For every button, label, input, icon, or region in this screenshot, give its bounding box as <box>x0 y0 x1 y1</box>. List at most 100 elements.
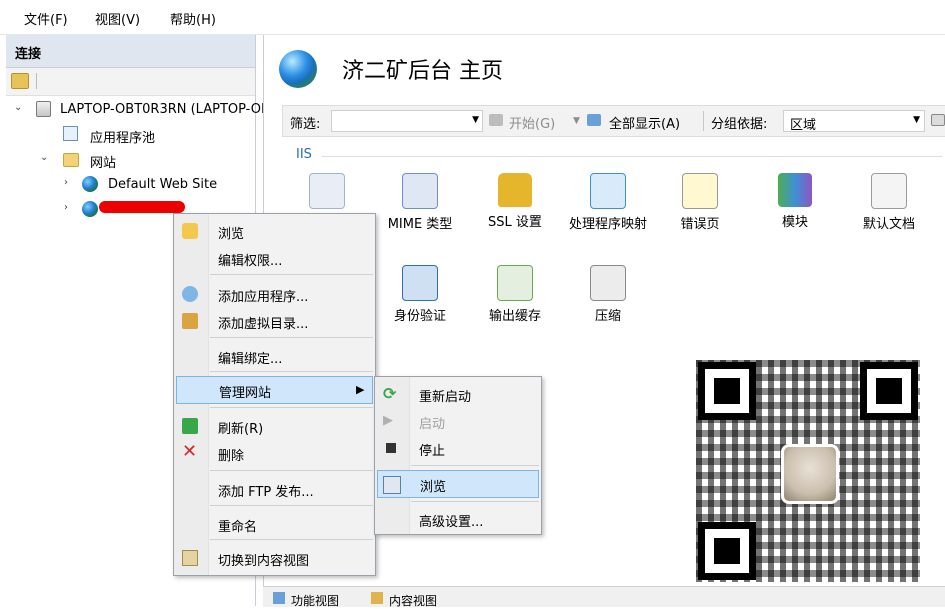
feature-label: 错误页 <box>680 217 720 232</box>
page-title: 济二矿后台 主页 <box>342 59 503 84</box>
add-virtual-directory-icon <box>182 313 198 329</box>
funnel-icon <box>489 114 503 126</box>
start-button[interactable]: 开始(G) <box>509 113 555 132</box>
show-all-button[interactable]: 全部显示(A) <box>609 113 680 132</box>
menu-item-advanced-settings[interactable]: 高级设置... <box>377 505 539 533</box>
menu-separator <box>210 505 373 506</box>
group-by-select[interactable]: 区域 ▼ <box>783 110 925 133</box>
menu-item-label: 编辑绑定... <box>218 352 283 367</box>
feature-handler-mappings[interactable]: 处理程序映射 <box>565 173 651 235</box>
menu-item-manage-site[interactable]: 管理网站 ▶ <box>176 376 373 404</box>
show-all-icon <box>587 114 601 126</box>
delete-icon: ✕ <box>182 441 198 462</box>
menu-item-edit-bindings[interactable]: 编辑绑定... <box>176 342 373 370</box>
tree-item-label: 应用程序池 <box>90 131 156 146</box>
menu-item-browse[interactable]: 浏览 <box>176 217 373 245</box>
feature-mime-types[interactable]: MIME 类型 <box>377 173 463 235</box>
menu-item-label: 高级设置... <box>419 515 484 530</box>
menu-item-rename[interactable]: 重命名 <box>176 510 373 538</box>
features-view-icon <box>273 592 285 604</box>
menu-item-refresh[interactable]: 刷新(R) <box>176 412 373 440</box>
collapse-arrow-icon[interactable]: ⌄ <box>40 153 48 163</box>
start-dropdown-icon[interactable]: ▼ <box>573 116 580 126</box>
refresh-icon <box>182 418 198 434</box>
add-application-icon <box>182 286 198 302</box>
expand-arrow-icon[interactable]: › <box>64 178 72 188</box>
feature-label: 输出缓存 <box>488 309 541 324</box>
handler-mappings-icon <box>590 173 626 209</box>
qr-center-avatar <box>781 444 839 504</box>
qr-finder-pattern <box>860 362 918 420</box>
tree-item-app-pools[interactable]: 应用程序池 <box>14 124 255 146</box>
browse-icon <box>383 476 401 494</box>
globe-icon <box>82 201 98 217</box>
start-icon: ▶ <box>383 413 393 428</box>
tab-content-view[interactable]: 内容视图 <box>389 592 437 609</box>
menu-item-label: 添加应用程序... <box>218 290 309 305</box>
tree-item-sites[interactable]: ⌄ 网站 <box>14 149 255 172</box>
content-view-icon <box>371 592 383 604</box>
qr-code-image <box>696 360 920 582</box>
menu-item-label: 添加 FTP 发布... <box>218 485 314 500</box>
browse-icon <box>182 223 198 239</box>
feature-ssl-settings[interactable]: SSL 设置 <box>472 173 558 233</box>
feature-output-caching[interactable]: 输出缓存 <box>472 265 558 327</box>
menu-help[interactable]: 帮助(H) <box>170 9 216 28</box>
default-document-icon <box>871 173 907 209</box>
menu-item-label: 编辑权限... <box>218 254 283 269</box>
feature-error-pages[interactable]: 错误页 <box>657 173 743 235</box>
menu-item-stop[interactable]: 停止 <box>377 434 539 462</box>
filter-bar: 筛选: ▼ 开始(G) ▼ 全部显示(A) 分组依据: 区域 ▼ <box>282 105 945 137</box>
group-by-label: 分组依据: <box>711 117 768 132</box>
dropdown-arrow-icon[interactable]: ▼ <box>913 115 920 125</box>
feature-default-document[interactable]: 默认文档 <box>846 173 932 235</box>
menu-item-label: 启动 <box>419 417 446 432</box>
menu-item-add-ftp[interactable]: 添加 FTP 发布... <box>176 475 373 503</box>
ssl-lock-icon <box>498 173 532 207</box>
feature-label: 身份验证 <box>393 309 446 324</box>
collapse-arrow-icon[interactable]: ⌄ <box>14 103 22 113</box>
tree-item-server[interactable]: ⌄ LAPTOP-OBT0R3RN (LAPTOP-OBT0R3RN\ <box>14 99 327 121</box>
error-page-404-icon <box>682 173 718 209</box>
feature-label: SSL 设置 <box>488 215 542 230</box>
view-toggle-icon[interactable] <box>931 114 945 126</box>
authentication-icon <box>402 265 438 301</box>
connect-icon[interactable] <box>11 73 29 89</box>
filter-label: 筛选: <box>290 117 321 132</box>
restart-icon: ⟳ <box>383 384 397 403</box>
menu-item-label: 切换到内容视图 <box>218 554 310 569</box>
tree-item-default-web-site[interactable]: › Default Web Site <box>14 174 255 196</box>
feature-compression[interactable]: 压缩 <box>565 265 651 327</box>
menu-item-delete[interactable]: ✕ 删除 <box>176 439 373 467</box>
connections-title: 连接 <box>15 47 42 62</box>
stop-icon <box>386 443 396 453</box>
menu-item-add-application[interactable]: 添加应用程序... <box>176 280 373 308</box>
menu-item-label: 添加虚拟目录... <box>218 317 309 332</box>
filter-input[interactable]: ▼ <box>331 110 483 132</box>
feature-authentication[interactable]: 身份验证 <box>377 265 463 327</box>
tree-item-label: 网站 <box>90 156 117 171</box>
feature-label: 默认文档 <box>862 217 915 232</box>
group-by-value: 区域 <box>790 118 817 133</box>
menu-item-switch-content-view[interactable]: 切换到内容视图 <box>176 544 373 572</box>
menu-item-edit-permissions[interactable]: 编辑权限... <box>176 244 373 272</box>
menu-view[interactable]: 视图(V) <box>95 9 140 28</box>
feature-modules[interactable]: 模块 <box>752 173 838 233</box>
iis-section-label: IIS <box>296 147 312 162</box>
feature-http-headers[interactable] <box>284 173 370 215</box>
application-pool-icon <box>63 126 78 141</box>
menu-item-label: 管理网站 <box>219 386 272 401</box>
menu-item-restart[interactable]: ⟳ 重新启动 <box>377 380 539 408</box>
tab-features-view[interactable]: 功能视图 <box>291 592 339 609</box>
dropdown-arrow-icon[interactable]: ▼ <box>472 115 479 125</box>
menu-separator <box>411 501 539 502</box>
expand-arrow-icon[interactable]: › <box>64 203 72 213</box>
menu-item-add-virtual-directory[interactable]: 添加虚拟目录... <box>176 307 373 335</box>
menu-item-label: 重命名 <box>218 520 258 535</box>
menu-bar: 文件(F) 视图(V) 帮助(H) <box>0 0 945 35</box>
menu-item-start[interactable]: ▶ 启动 <box>377 407 539 435</box>
feature-label: 压缩 <box>594 309 621 324</box>
menu-separator <box>411 465 539 466</box>
menu-item-browse-site[interactable]: 浏览 <box>377 470 539 498</box>
menu-file[interactable]: 文件(F) <box>24 9 68 28</box>
